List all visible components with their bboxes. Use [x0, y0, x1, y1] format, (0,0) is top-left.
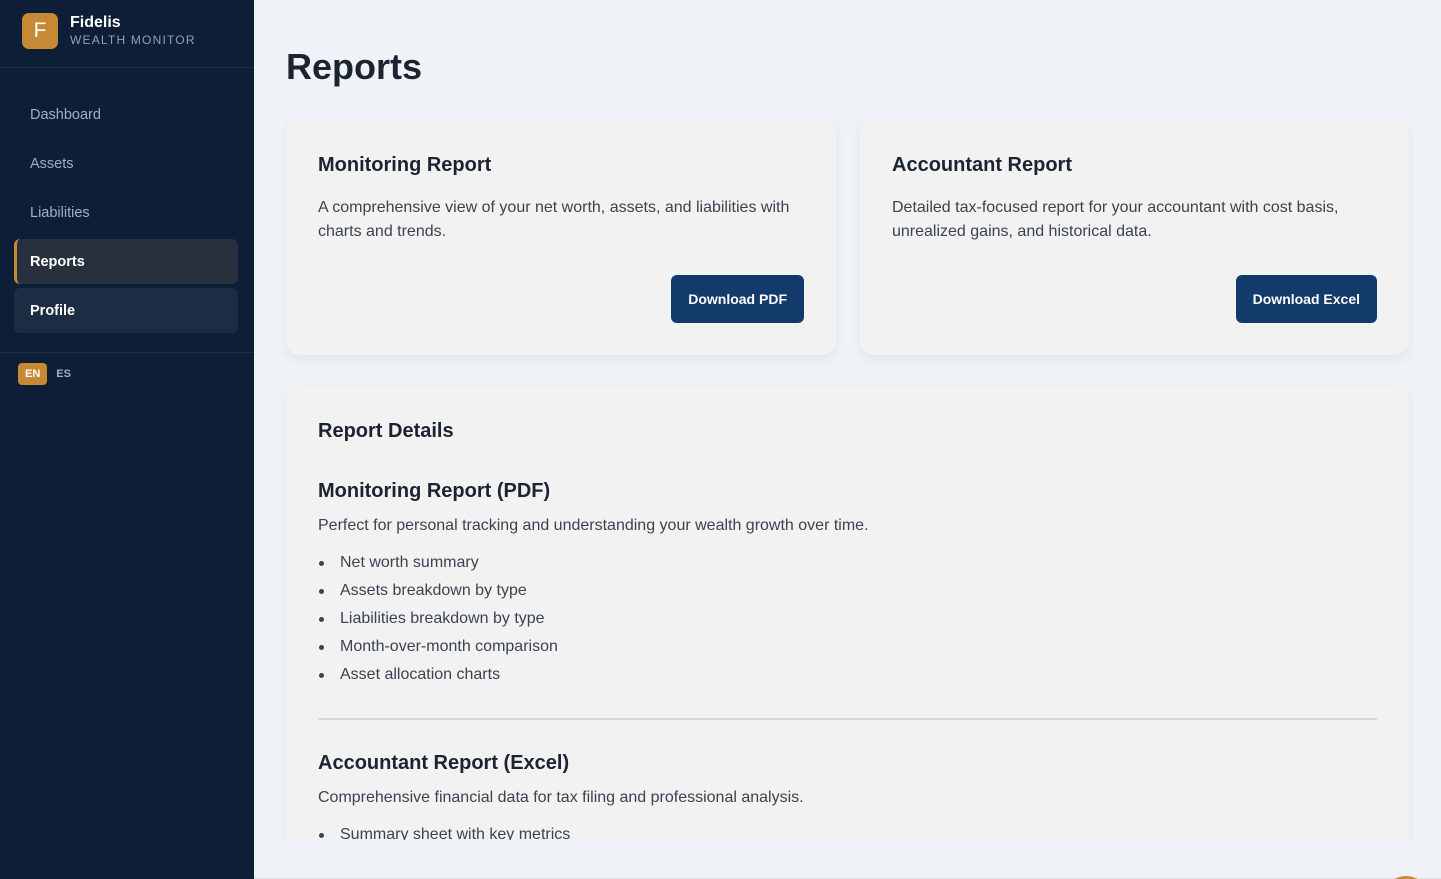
- sidebar-item-assets[interactable]: Assets: [14, 141, 238, 186]
- accountant-feature-list: Summary sheet with key metrics: [318, 821, 570, 840]
- accountant-report-card: Accountant Report Detailed tax-focused r…: [860, 119, 1409, 355]
- list-item: Assets breakdown by type: [318, 577, 558, 605]
- accountant-details-description: Comprehensive financial data for tax fil…: [318, 789, 804, 806]
- section-divider: [318, 718, 1377, 720]
- download-excel-button[interactable]: Download Excel: [1235, 275, 1377, 323]
- monitoring-details-description: Perfect for personal tracking and unders…: [318, 517, 869, 534]
- monitoring-feature-list: Net worth summary Assets breakdown by ty…: [318, 549, 558, 689]
- logo-icon: F: [22, 12, 58, 49]
- accountant-report-title: Accountant Report: [892, 154, 1072, 176]
- accountant-report-description: Detailed tax-focused report for your acc…: [892, 199, 1339, 240]
- brand-text: Fidelis WEALTH MONITOR: [70, 14, 196, 48]
- language-es-button[interactable]: ES: [49, 363, 78, 385]
- sidebar-item-profile[interactable]: Profile: [14, 288, 238, 333]
- language-en-button[interactable]: EN: [18, 363, 48, 385]
- sidebar: F Fidelis WEALTH MONITOR Dashboard Asset…: [0, 0, 254, 879]
- monitoring-report-card: Monitoring Report A comprehensive view o…: [286, 119, 836, 355]
- list-item: Month-over-month comparison: [318, 633, 558, 661]
- list-item: Liabilities breakdown by type: [318, 605, 558, 633]
- sidebar-item-dashboard[interactable]: Dashboard: [14, 92, 238, 137]
- accountant-details-title: Accountant Report (Excel): [318, 752, 570, 774]
- download-pdf-button[interactable]: Download PDF: [671, 275, 804, 323]
- report-details-title: Report Details: [318, 420, 454, 442]
- monitoring-details-title: Monitoring Report (PDF): [318, 480, 551, 502]
- page-title: Reports: [286, 46, 423, 87]
- monitoring-report-title: Monitoring Report: [318, 154, 492, 176]
- bottom-strip: [254, 840, 1441, 879]
- monitoring-report-description: A comprehensive view of your net worth, …: [318, 199, 790, 240]
- brand-name: Fidelis: [70, 13, 121, 31]
- list-item: Summary sheet with key metrics: [318, 821, 570, 840]
- sidebar-item-liabilities[interactable]: Liabilities: [14, 190, 238, 235]
- list-item: Net worth summary: [318, 549, 558, 577]
- brand-subtitle: WEALTH MONITOR: [70, 32, 196, 47]
- report-details-card: Report Details Monitoring Report (PDF) P…: [286, 387, 1409, 840]
- brand[interactable]: F Fidelis WEALTH MONITOR: [0, 0, 254, 68]
- main-content: Reports Monitoring Report A comprehensiv…: [254, 0, 1441, 879]
- list-item: Asset allocation charts: [318, 661, 558, 689]
- sidebar-nav: Dashboard Assets Liabilities Reports Pro…: [0, 68, 254, 333]
- language-switcher: EN ES: [0, 352, 254, 395]
- sidebar-item-reports[interactable]: Reports: [14, 239, 238, 284]
